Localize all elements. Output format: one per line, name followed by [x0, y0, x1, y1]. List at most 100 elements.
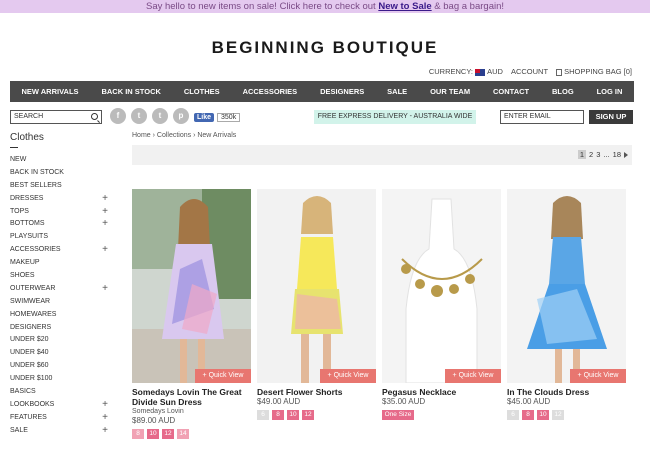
product-card[interactable]: + Quick View Desert Flower Shorts $49.00… — [257, 189, 376, 420]
search-icon[interactable] — [91, 113, 98, 120]
size-option[interactable]: 8 — [132, 429, 144, 439]
size-option[interactable]: 6 — [507, 410, 519, 420]
product-name[interactable]: Somedays Lovin The Great Divide Sun Dres… — [132, 387, 251, 407]
quick-view-button[interactable]: + Quick View — [320, 369, 376, 383]
sidebar-item[interactable]: SWIMWEAR — [10, 296, 110, 309]
nav-item[interactable]: BLOG — [552, 87, 574, 96]
sidebar-item[interactable]: UNDER $20 — [10, 334, 110, 347]
expand-plus-icon[interactable]: + — [102, 412, 108, 424]
sidebar-item[interactable]: BASICS — [10, 386, 110, 399]
nav-item[interactable]: DESIGNERS — [320, 87, 364, 96]
size-option[interactable]: 12 — [552, 410, 564, 420]
sidebar-item[interactable]: BOTTOMS + — [10, 218, 110, 231]
product-card[interactable]: + Quick View Somedays Lovin The Great Di… — [132, 189, 251, 439]
nav-item[interactable]: SALE — [387, 87, 407, 96]
page-current[interactable]: 1 — [577, 150, 587, 159]
product-image[interactable]: + Quick View — [507, 189, 626, 383]
quick-view-button[interactable]: + Quick View — [445, 369, 501, 383]
sidebar-item[interactable]: LOOKBOOKS + — [10, 399, 110, 412]
product-brand: Somedays Lovin — [132, 408, 184, 415]
sidebar-item[interactable]: BACK IN STOCK — [10, 167, 110, 180]
sidebar-item-label: UNDER $20 — [10, 336, 49, 344]
twitter-icon[interactable]: t — [131, 108, 147, 124]
facebook-like[interactable]: Like 350k — [194, 110, 241, 124]
email-field[interactable]: ENTER EMAIL — [500, 110, 584, 124]
sidebar-item-label: DESIGNERS — [10, 323, 52, 331]
quick-view-button[interactable]: + Quick View — [195, 369, 251, 383]
size-option[interactable]: 10 — [287, 410, 299, 420]
expand-plus-icon[interactable]: + — [102, 283, 108, 295]
expand-plus-icon[interactable]: + — [102, 399, 108, 411]
pagination: 1 2 3... 18 — [577, 150, 628, 159]
promo-link[interactable]: New to Sale — [378, 1, 431, 12]
size-options: One Size — [382, 410, 501, 420]
sidebar-item-label: PLAYSUITS — [10, 233, 48, 241]
expand-plus-icon[interactable]: + — [102, 193, 108, 205]
sidebar-item[interactable]: ACCESSORIES + — [10, 244, 110, 257]
site-logo[interactable]: BEGINNING BOUTIQUE — [0, 38, 650, 58]
tumblr-icon[interactable]: t — [152, 108, 168, 124]
product-name[interactable]: Pegasus Necklace — [382, 387, 501, 397]
sidebar-item[interactable]: PLAYSUITS — [10, 231, 110, 244]
nav-item[interactable]: NEW ARRIVALS — [21, 87, 78, 96]
page-link[interactable]: 3 — [596, 150, 600, 159]
signup-button[interactable]: SIGN UP — [589, 110, 633, 124]
nav-item[interactable]: ACCESSORIES — [243, 87, 298, 96]
expand-plus-icon[interactable]: + — [102, 206, 108, 218]
sidebar-item[interactable]: OUTERWEAR + — [10, 283, 110, 296]
sidebar-item[interactable]: NEW — [10, 154, 110, 167]
sidebar-item[interactable]: SHOES — [10, 270, 110, 283]
size-option[interactable]: One Size — [382, 410, 414, 420]
product-image[interactable]: + Quick View — [257, 189, 376, 383]
facebook-icon[interactable]: f — [110, 108, 126, 124]
size-option[interactable]: 12 — [302, 410, 314, 420]
size-option[interactable]: 8 — [522, 410, 534, 420]
sidebar-item[interactable]: BEST SELLERS — [10, 180, 110, 193]
sidebar-item[interactable]: UNDER $40 — [10, 347, 110, 360]
sidebar-item[interactable]: UNDER $100 — [10, 373, 110, 386]
size-option[interactable]: 6 — [257, 410, 269, 420]
sidebar-item[interactable]: MAKEUP — [10, 257, 110, 270]
nav-item[interactable]: CONTACT — [493, 87, 529, 96]
page-link[interactable]: ... — [603, 150, 609, 159]
nav-item[interactable]: CLOTHES — [184, 87, 220, 96]
expand-plus-icon[interactable]: + — [102, 425, 108, 437]
product-image[interactable]: + Quick View — [132, 189, 251, 383]
expand-plus-icon[interactable]: + — [102, 218, 108, 230]
pinterest-icon[interactable]: p — [173, 108, 189, 124]
nav-item[interactable]: LOG IN — [597, 87, 623, 96]
page-link[interactable]: 2 — [589, 150, 593, 159]
nav-item[interactable]: OUR TEAM — [430, 87, 470, 96]
sidebar-item[interactable]: HOMEWARES — [10, 309, 110, 322]
sidebar-item[interactable]: TOPS + — [10, 206, 110, 219]
sidebar-item-label: OUTERWEAR — [10, 284, 56, 292]
size-option[interactable]: 10 — [147, 429, 159, 439]
search-input[interactable]: SEARCH — [10, 110, 102, 124]
size-option[interactable]: 14 — [177, 429, 189, 439]
sidebar-item[interactable]: DRESSES + — [10, 193, 110, 206]
nav-item[interactable]: BACK IN STOCK — [101, 87, 160, 96]
sidebar-item[interactable]: UNDER $60 — [10, 360, 110, 373]
next-page-icon[interactable] — [624, 151, 628, 158]
account-link[interactable]: ACCOUNT — [511, 67, 548, 76]
size-option[interactable]: 10 — [537, 410, 549, 420]
expand-plus-icon[interactable]: + — [102, 244, 108, 256]
product-image[interactable]: + Quick View — [382, 189, 501, 383]
facebook-like-button[interactable]: Like — [194, 112, 215, 122]
product-price: $35.00 AUD — [382, 397, 426, 406]
sidebar-item[interactable]: SALE + — [10, 425, 110, 438]
size-option[interactable]: 8 — [272, 410, 284, 420]
product-name[interactable]: In The Clouds Dress — [507, 387, 626, 397]
page-link[interactable]: 18 — [613, 150, 621, 159]
shopping-bag-link[interactable]: SHOPPING BAG [0] — [556, 67, 632, 76]
sidebar-item[interactable]: DESIGNERS — [10, 322, 110, 335]
promo-banner[interactable]: Say hello to new items on sale! Click he… — [0, 0, 650, 13]
product-card[interactable]: + Quick View In The Clouds Dress $45.00 … — [507, 189, 626, 420]
quick-view-button[interactable]: + Quick View — [570, 369, 626, 383]
breadcrumb[interactable]: Home › Collections › New Arrivals — [132, 132, 236, 139]
product-name[interactable]: Desert Flower Shorts — [257, 387, 376, 397]
product-card[interactable]: + Quick View Pegasus Necklace $35.00 AUD… — [382, 189, 501, 420]
size-option[interactable]: 12 — [162, 429, 174, 439]
currency-selector[interactable]: CURRENCY: AUD — [429, 67, 503, 76]
sidebar-item[interactable]: FEATURES + — [10, 412, 110, 425]
